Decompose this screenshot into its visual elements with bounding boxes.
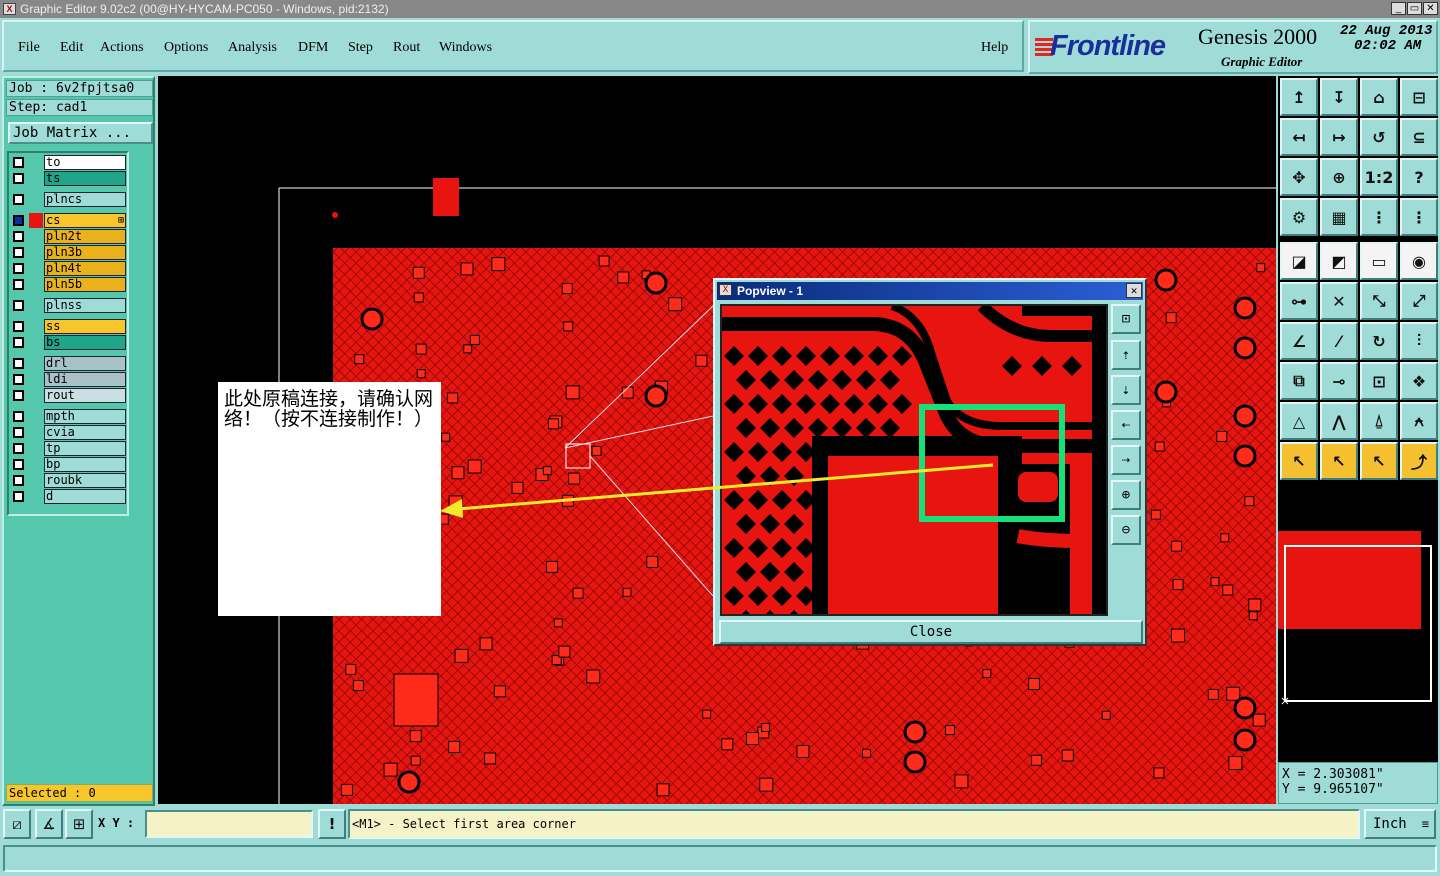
tool-button-r5-c2[interactable]: ◩	[1320, 242, 1358, 280]
tool-button-r7-c2[interactable]: ⁄	[1320, 322, 1358, 360]
tool-button-r10-c1[interactable]: ↖	[1280, 442, 1318, 480]
tool-button-r4-c1[interactable]: ⚙	[1280, 198, 1318, 236]
dropdown-icon: ≡	[1421, 817, 1429, 831]
tool-button-r1-c2[interactable]: ↧	[1320, 78, 1358, 116]
tool-button-r3-c1[interactable]: ✥	[1280, 158, 1318, 196]
tool-button-r8-c1[interactable]: ⧉	[1280, 362, 1318, 400]
x-coordinate: X = 2.303081"	[1282, 767, 1384, 782]
tool-button-r7-c1[interactable]: ∠	[1280, 322, 1318, 360]
overview-map[interactable]	[1278, 484, 1438, 760]
y-coordinate: Y = 9.965107"	[1282, 782, 1384, 797]
tool-button-r1-c1[interactable]: ↥	[1280, 78, 1318, 116]
tool-button-r6-c1[interactable]: ⊶	[1280, 282, 1318, 320]
tool-button-r5-c3[interactable]: ▭	[1360, 242, 1398, 280]
annotation-arrow	[440, 463, 994, 518]
tool-button-r10-c4[interactable]: ⤴	[1400, 442, 1438, 480]
tool-button-r4-c4[interactable]: ⋮	[1400, 198, 1438, 236]
tool-button-r9-c1[interactable]: △	[1280, 402, 1318, 440]
tool-button-r9-c3[interactable]: ⍙	[1360, 402, 1398, 440]
tool-button-r2-c1[interactable]: ↤	[1280, 118, 1318, 156]
tool-button-r3-c4[interactable]: ?	[1400, 158, 1438, 196]
tool-button-r6-c3[interactable]: ⤡	[1360, 282, 1398, 320]
snap-icon[interactable]: ⧄	[3, 809, 31, 839]
tool-button-r6-c2[interactable]: ✕	[1320, 282, 1358, 320]
xy-input[interactable]	[145, 810, 313, 838]
status-line	[0, 843, 1440, 876]
tool-button-r8-c2[interactable]: ⊸	[1320, 362, 1358, 400]
tool-button-r3-c2[interactable]: ⊕	[1320, 158, 1358, 196]
tool-button-r5-c4[interactable]: ◉	[1400, 242, 1438, 280]
tool-button-r8-c4[interactable]: ❖	[1400, 362, 1438, 400]
tool-button-r1-c4[interactable]: ⊟	[1400, 78, 1438, 116]
info-button[interactable]: !	[318, 809, 346, 839]
tool-button-r9-c2[interactable]: ⋀	[1320, 402, 1358, 440]
status-message-area	[3, 845, 1437, 872]
tool-button-r6-c4[interactable]: ⤢	[1400, 282, 1438, 320]
command-bar: ⧄ ∡ ⊞ X Y : ! <M1> - Select first area c…	[0, 806, 1440, 842]
tool-button-r2-c4[interactable]: ⊆	[1400, 118, 1438, 156]
tool-button-r5-c1[interactable]: ◪	[1280, 242, 1318, 280]
tool-button-r7-c4[interactable]: ⫶	[1400, 322, 1438, 360]
tool-button-r4-c3[interactable]: ⋮	[1360, 198, 1398, 236]
measure-angle-icon[interactable]: ∡	[35, 809, 63, 839]
tool-button-r7-c3[interactable]: ↻	[1360, 322, 1398, 360]
tool-button-r1-c3[interactable]: ⌂	[1360, 78, 1398, 116]
overview-drawing	[1278, 531, 1432, 705]
units-value: Inch	[1373, 816, 1407, 832]
tool-button-r3-c3[interactable]: 1:2	[1360, 158, 1398, 196]
tool-button-r8-c3[interactable]: ⊡	[1360, 362, 1398, 400]
tool-button-r2-c3[interactable]: ↺	[1360, 118, 1398, 156]
tool-button-r9-c4[interactable]: ⍲	[1400, 402, 1438, 440]
tool-button-r4-c2[interactable]: ▦	[1320, 198, 1358, 236]
xy-label: X Y :	[98, 816, 135, 830]
tool-button-r2-c2[interactable]: ↦	[1320, 118, 1358, 156]
grid-icon[interactable]: ⊞	[65, 809, 93, 839]
tool-button-r10-c3[interactable]: ↖	[1360, 442, 1398, 480]
cursor-coordinates: X = 2.303081" Y = 9.965107"	[1278, 762, 1438, 804]
tool-button-r10-c2[interactable]: ↖	[1320, 442, 1358, 480]
prompt-message: <M1> - Select first area corner	[348, 809, 1360, 839]
units-dropdown[interactable]: Inch ≡	[1364, 809, 1436, 839]
